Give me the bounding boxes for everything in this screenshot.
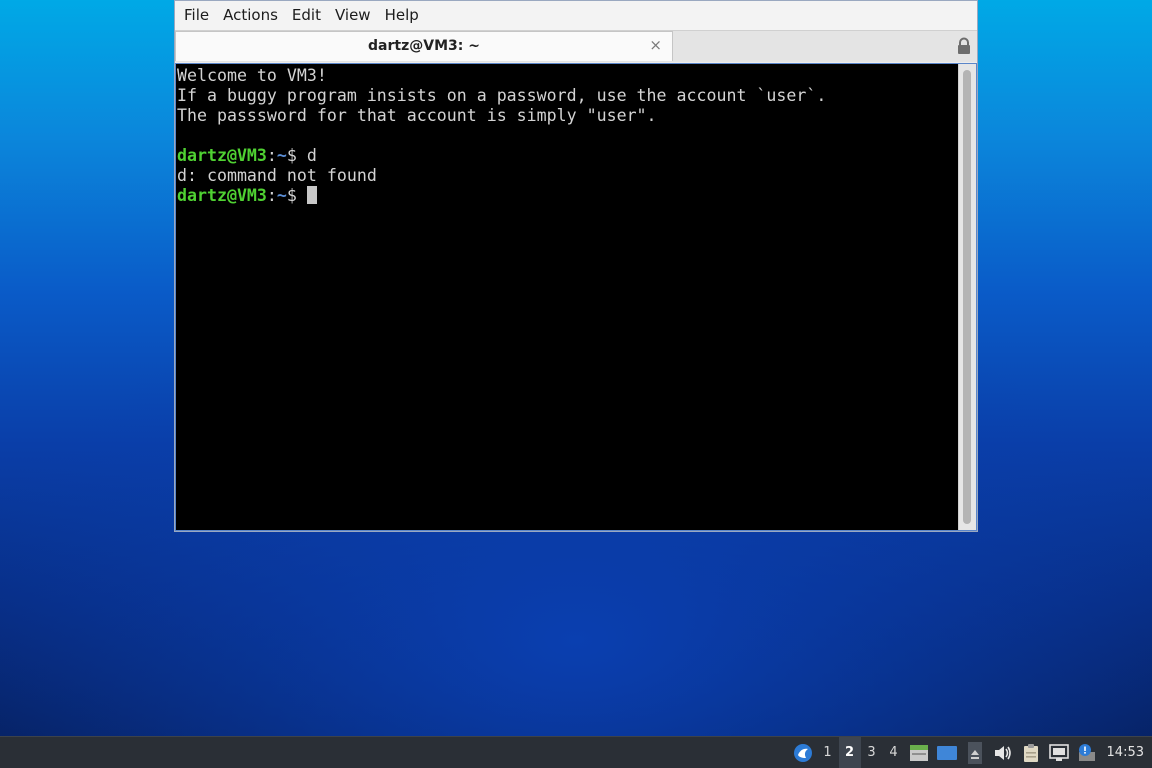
workspace-1[interactable]: 1 bbox=[817, 737, 839, 768]
tab-title: dartz@VM3: ~ bbox=[368, 38, 480, 54]
command-output: d: command not found bbox=[177, 166, 377, 185]
terminal-scrollbar[interactable] bbox=[958, 64, 976, 530]
lock-icon[interactable] bbox=[957, 37, 971, 55]
prompt-symbol: $ bbox=[286, 146, 307, 165]
menu-actions[interactable]: Actions bbox=[216, 1, 285, 30]
workspace-2[interactable]: 2 bbox=[838, 737, 861, 768]
taskbar: 1 2 3 4 14:53 bbox=[0, 736, 1152, 768]
volume-icon[interactable] bbox=[992, 742, 1014, 764]
clock[interactable]: 14:53 bbox=[1101, 745, 1152, 760]
welcome-line: If a buggy program insists on a password… bbox=[177, 86, 827, 105]
network-icon[interactable] bbox=[1048, 742, 1070, 764]
prompt-symbol: $ bbox=[286, 186, 307, 205]
text-cursor bbox=[306, 186, 317, 204]
scrollbar-thumb[interactable] bbox=[963, 70, 971, 524]
menu-view[interactable]: View bbox=[328, 1, 378, 30]
clipboard-icon[interactable] bbox=[1020, 742, 1042, 764]
system-tray: 1 2 3 4 14:53 bbox=[789, 737, 1152, 768]
close-icon[interactable]: × bbox=[649, 36, 662, 54]
tab-terminal[interactable]: dartz@VM3: ~ × bbox=[175, 31, 673, 61]
prompt-separator: : bbox=[266, 186, 277, 205]
prompt-user: dartz@VM3 bbox=[177, 186, 267, 205]
workspace-3[interactable]: 3 bbox=[861, 737, 883, 768]
prompt-path: ~ bbox=[276, 146, 287, 165]
file-manager-icon[interactable] bbox=[908, 742, 930, 764]
menu-file[interactable]: File bbox=[177, 1, 216, 30]
tray-expand-icon[interactable] bbox=[964, 741, 986, 764]
workspace-4[interactable]: 4 bbox=[883, 737, 905, 768]
terminal-view[interactable]: Welcome to VM3! If a buggy program insis… bbox=[175, 63, 977, 531]
command-text: d bbox=[306, 146, 317, 165]
tab-bar: dartz@VM3: ~ × bbox=[175, 30, 977, 62]
prompt-separator: : bbox=[266, 146, 277, 165]
welcome-line: The passsword for that account is simply… bbox=[177, 106, 657, 125]
show-desktop-icon[interactable] bbox=[936, 742, 958, 764]
menu-help[interactable]: Help bbox=[378, 1, 426, 30]
terminal-window: File Actions Edit View Help dartz@VM3: ~… bbox=[174, 0, 978, 532]
menu-bar: File Actions Edit View Help bbox=[175, 1, 977, 30]
distro-menu-icon[interactable] bbox=[792, 742, 814, 764]
menu-edit[interactable]: Edit bbox=[285, 1, 328, 30]
terminal-output: Welcome to VM3! If a buggy program insis… bbox=[177, 66, 826, 206]
welcome-line: Welcome to VM3! bbox=[177, 66, 327, 85]
prompt-path: ~ bbox=[276, 186, 287, 205]
prompt-user: dartz@VM3 bbox=[177, 146, 267, 165]
notification-icon[interactable] bbox=[1076, 742, 1098, 764]
